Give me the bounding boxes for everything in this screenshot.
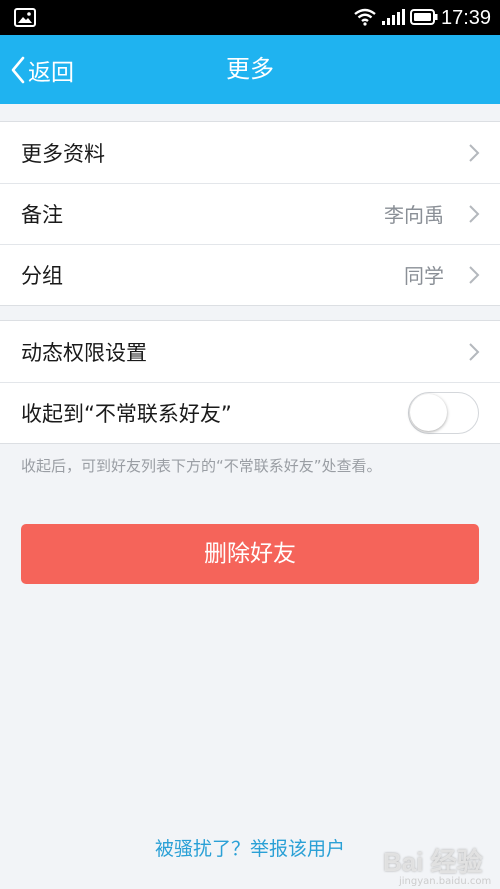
more-info-row[interactable]: 更多资料: [0, 122, 500, 183]
privacy-settings-group: 动态权限设置 收起到“不常联系好友”: [0, 320, 500, 444]
chevron-left-icon: [11, 56, 25, 83]
signal-icon: [382, 9, 405, 25]
nav-bar: 返回 更多: [0, 35, 500, 104]
wifi-icon: [354, 8, 376, 26]
status-time: 17:39: [441, 7, 492, 29]
collapse-friend-toggle[interactable]: [408, 392, 479, 434]
back-label: 返回: [28, 59, 74, 86]
remark-row[interactable]: 备注 李向禹: [0, 183, 500, 244]
watermark-text: Bai 经验: [383, 847, 483, 877]
chevron-right-icon: [469, 205, 480, 223]
collapse-friend-row: 收起到“不常联系好友”: [0, 382, 500, 443]
remark-label: 备注: [21, 202, 63, 227]
group-row[interactable]: 分组 同学: [0, 244, 500, 305]
back-button[interactable]: 返回: [10, 35, 90, 104]
baidu-jingyan-watermark: Bai 经验 jingyan.baidu.com: [383, 836, 500, 889]
remark-value: 李向禹: [384, 203, 444, 227]
feed-permission-row[interactable]: 动态权限设置: [0, 321, 500, 382]
chevron-right-icon: [469, 343, 480, 361]
collapse-friend-label: 收起到“不常联系好友”: [21, 401, 232, 426]
gallery-icon: [14, 8, 36, 27]
profile-settings-group: 更多资料 备注 李向禹 分组 同学: [0, 121, 500, 306]
group-value: 同学: [404, 264, 444, 288]
battery-icon: [410, 9, 438, 25]
group-label: 分组: [21, 263, 63, 288]
more-info-label: 更多资料: [21, 141, 105, 166]
toggle-knob: [410, 394, 447, 431]
watermark-url: jingyan.baidu.com: [399, 876, 492, 887]
delete-friend-button[interactable]: 删除好友: [21, 524, 479, 584]
status-bar: 17:39: [0, 0, 500, 35]
chevron-right-icon: [469, 266, 480, 284]
feed-permission-label: 动态权限设置: [21, 340, 147, 365]
collapse-hint: 收起后，可到好友列表下方的“不常联系好友”处查看。: [21, 457, 382, 475]
chevron-right-icon: [469, 144, 480, 162]
